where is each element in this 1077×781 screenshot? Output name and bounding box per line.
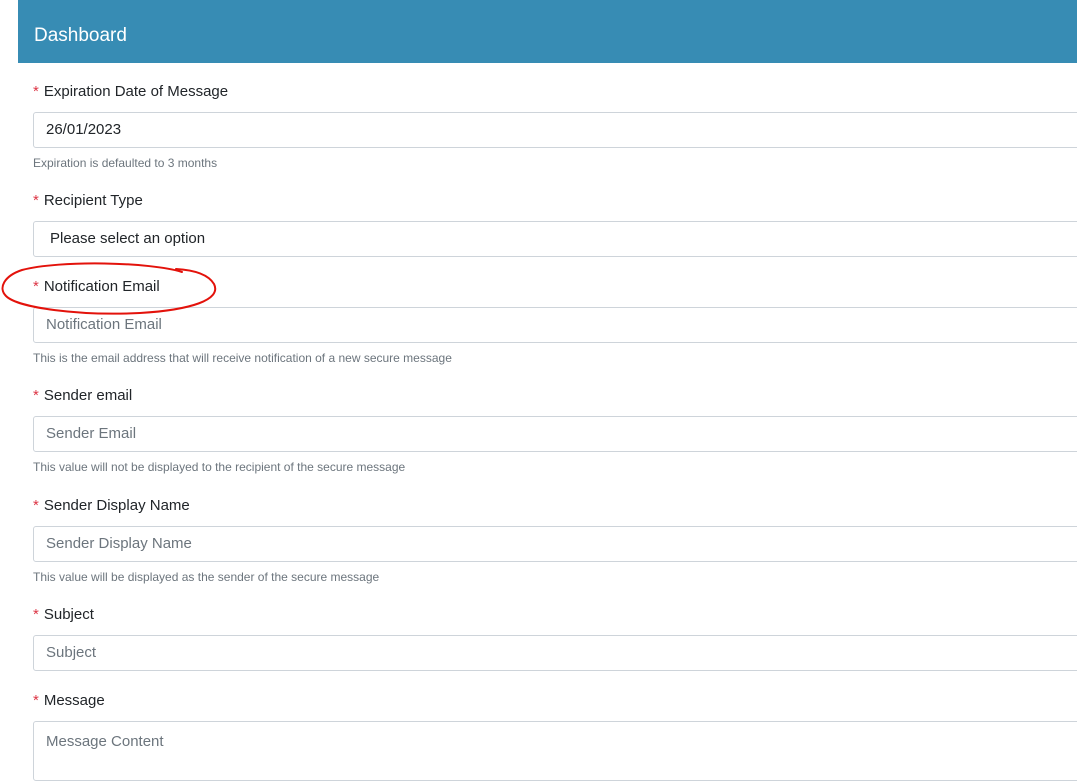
recipient-type-label: * Recipient Type bbox=[33, 192, 143, 209]
sender-display-name-label: * Sender Display Name bbox=[33, 497, 190, 514]
sender-email-help-text: This value will not be displayed to the … bbox=[33, 460, 406, 474]
required-marker: * bbox=[33, 83, 39, 100]
recipient-type-select[interactable]: Please select an option bbox=[33, 221, 1077, 257]
message-label: * Message bbox=[33, 692, 105, 709]
required-marker: * bbox=[33, 497, 39, 514]
notification-email-input[interactable]: Notification Email bbox=[33, 307, 1077, 343]
required-marker: * bbox=[33, 606, 39, 623]
required-marker: * bbox=[33, 278, 39, 295]
expiration-help-text: Expiration is defaulted to 3 months bbox=[33, 156, 218, 170]
notification-email-help-text: This is the email address that will rece… bbox=[33, 351, 452, 365]
subject-label: * Subject bbox=[33, 606, 94, 623]
sender-display-name-help-text: This value will be displayed as the send… bbox=[33, 570, 380, 584]
expiration-date-input[interactable]: 26/01/2023 bbox=[33, 112, 1077, 148]
required-marker: * bbox=[33, 387, 39, 404]
required-marker: * bbox=[33, 192, 39, 209]
notification-email-label: * Notification Email bbox=[33, 278, 160, 295]
sender-email-input[interactable]: Sender Email bbox=[33, 416, 1077, 452]
expiration-date-label: * Expiration Date of Message bbox=[33, 83, 229, 100]
sender-email-label: * Sender email bbox=[33, 387, 133, 404]
subject-input[interactable]: Subject bbox=[33, 635, 1077, 671]
message-textarea[interactable]: Message Content bbox=[33, 721, 1077, 781]
required-marker: * bbox=[33, 692, 39, 709]
dashboard-header: Dashboard bbox=[18, 0, 1077, 63]
sender-display-name-input[interactable]: Sender Display Name bbox=[33, 526, 1077, 562]
page-title: Dashboard bbox=[34, 25, 127, 46]
